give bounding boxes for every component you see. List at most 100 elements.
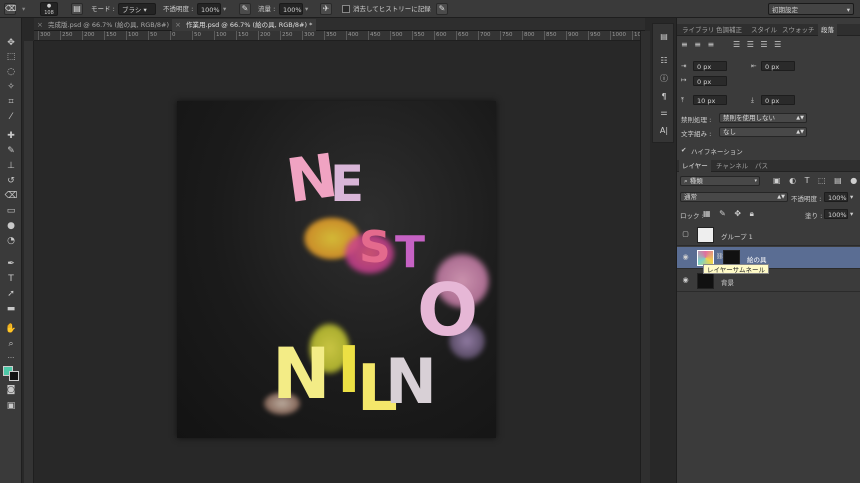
brush-panel-icon[interactable]: ▤	[71, 3, 83, 15]
hand-tool-icon[interactable]: ✋	[4, 323, 18, 336]
dodge-tool-icon[interactable]: ◔	[4, 235, 18, 248]
ruler-tick: 50	[148, 31, 157, 40]
adjustments-panel-icon[interactable]: ⚌	[657, 106, 671, 119]
screen-mode-icon[interactable]: ▣	[4, 400, 18, 413]
pressure-size-icon[interactable]: ✎	[436, 3, 448, 15]
tab-label: 完成版.psd @ 66.7% (絵の具, RGB/8#)	[48, 21, 170, 29]
brush-preset-picker[interactable]: ● 108	[40, 2, 58, 16]
quick-mask-icon[interactable]: ◙	[4, 384, 18, 397]
layer-row[interactable]: ▢ グループ 1	[677, 224, 860, 246]
tab-styles[interactable]: スタイル	[748, 24, 780, 36]
hyphenation-checkbox[interactable]: ✔	[681, 146, 686, 154]
indent-left-input[interactable]: 0 px	[693, 61, 727, 71]
layer-opacity-input[interactable]: 100%	[824, 192, 848, 202]
tab-layers[interactable]: レイヤー	[679, 160, 711, 172]
vertical-ruler	[24, 41, 34, 483]
artwork-letter: E	[330, 155, 365, 213]
layer-filter-select[interactable]: ⌕ 種類 ▾	[680, 176, 760, 186]
close-icon[interactable]: ×	[37, 19, 43, 31]
mode-select[interactable]: ブラシ ▾	[118, 3, 156, 15]
align-buttons[interactable]: ≡ ≡ ≡	[681, 40, 716, 49]
layer-filter-icons[interactable]: ▣ ◐ T ⬚ ▤ ●	[773, 176, 860, 185]
opacity-dropdown-icon[interactable]: ▾	[223, 3, 226, 15]
background-color-swatch[interactable]	[9, 371, 19, 381]
path-select-tool-icon[interactable]: ➚	[4, 288, 18, 301]
flow-input[interactable]: 100%	[279, 3, 303, 15]
fill-input[interactable]: 100%	[824, 209, 848, 219]
tools-panel: ✥ ⬚ ◌ ✧ ⌗ ⁄ ✚ ✎ ⊥ ↺ ⌫ ▭ ● ◔ ✒ T ➚ ▬ ✋ ⌕ …	[0, 18, 22, 483]
mojikumi-label: 文字組み :	[681, 130, 712, 138]
workspace-select[interactable]: 初期設定 ▾	[768, 3, 854, 15]
document-canvas[interactable]: N E S T O N I L N	[177, 101, 496, 438]
tab-swatches[interactable]: スウォッチ	[779, 24, 818, 36]
kinsoku-select[interactable]: 禁則を使用しない ▲▼	[719, 113, 807, 123]
properties-panel-icon[interactable]: ☷	[657, 54, 671, 67]
tab-paths[interactable]: パス	[752, 160, 771, 172]
more-tools-icon[interactable]: ···	[4, 352, 18, 365]
type-tool-icon[interactable]: T	[4, 273, 18, 286]
mojikumi-select[interactable]: なし ▲▼	[719, 127, 807, 137]
brush-tool-icon[interactable]: ✎	[4, 145, 18, 158]
tab-adjustments[interactable]: 色調補正	[713, 24, 745, 36]
marquee-tool-icon[interactable]: ⬚	[4, 51, 18, 64]
move-tool-icon[interactable]: ✥	[4, 37, 18, 50]
layer-thumbnail[interactable]	[697, 227, 714, 243]
flow-dropdown-icon[interactable]: ▾	[305, 3, 308, 15]
lasso-tool-icon[interactable]: ◌	[4, 66, 18, 79]
tab-paragraph[interactable]: 段落	[818, 24, 837, 36]
fill-dropdown-icon[interactable]: ▾	[850, 210, 853, 218]
vertical-scrollbar[interactable]	[640, 31, 650, 483]
eraser-icon[interactable]: ⌫	[4, 3, 16, 15]
visibility-off-icon[interactable]: ▢	[681, 230, 690, 239]
opacity-input[interactable]: 100%	[197, 3, 221, 15]
lock-icons[interactable]: ▦ ✎ ✥ 🔒︎	[703, 209, 757, 219]
eyedropper-tool-icon[interactable]: ⁄	[4, 111, 18, 124]
ruler-tick: 450	[368, 31, 381, 40]
justify-buttons[interactable]: ☰ ☰ ☰ ☰	[733, 40, 783, 49]
crop-tool-icon[interactable]: ⌗	[4, 96, 18, 109]
layer-opacity-dropdown-icon[interactable]: ▾	[850, 193, 853, 201]
layers-panel-tabs: レイヤー チャンネル パス	[677, 160, 860, 172]
space-before-input[interactable]: 10 px	[693, 95, 727, 105]
pressure-opacity-icon[interactable]: ✎	[239, 3, 251, 15]
indent-first-input[interactable]: 0 px	[693, 76, 727, 86]
ruler-tick: 650	[456, 31, 469, 40]
history-brush-tool-icon[interactable]: ↺	[4, 175, 18, 188]
layer-thumbnail-tooltip: レイヤーサムネール	[703, 264, 770, 274]
ruler-tick: 50	[192, 31, 201, 40]
eye-icon[interactable]: ◉	[681, 253, 690, 262]
gradient-tool-icon[interactable]: ▭	[4, 205, 18, 218]
pen-tool-icon[interactable]: ✒	[4, 258, 18, 271]
eraser-tool-icon[interactable]: ⌫	[4, 190, 18, 203]
tab-library[interactable]: ライブラリ	[679, 24, 718, 36]
close-icon[interactable]: ×	[175, 19, 181, 31]
tab-channels[interactable]: チャンネル	[713, 160, 751, 172]
space-after-input[interactable]: 0 px	[761, 95, 795, 105]
blur-tool-icon[interactable]: ●	[4, 220, 18, 233]
ruler-tick: 1000	[610, 31, 626, 40]
character-panel-icon[interactable]: A|	[657, 124, 671, 137]
shape-tool-icon[interactable]: ▬	[4, 303, 18, 316]
healing-brush-tool-icon[interactable]: ✚	[4, 130, 18, 143]
info-panel-icon[interactable]: ⓘ	[657, 72, 671, 85]
ruler-tick: 250	[280, 31, 293, 40]
dropdown-arrow-icon[interactable]: ▾	[22, 3, 32, 15]
artwork-letter: N	[385, 345, 437, 418]
tab-document-2[interactable]: × 作業用.psd @ 66.7% (絵の具, RGB/8#) *	[172, 19, 317, 31]
paragraph-panel-icon[interactable]: ¶	[657, 90, 671, 103]
ruler-tick: 500	[390, 31, 403, 40]
fill-label: 塗り :	[805, 212, 823, 220]
erase-history-checkbox[interactable]	[342, 5, 350, 13]
zoom-tool-icon[interactable]: ⌕	[4, 338, 18, 351]
layer-thumbnail[interactable]	[697, 273, 714, 289]
mode-value: ブラシ	[122, 6, 142, 14]
indent-right-input[interactable]: 0 px	[761, 61, 795, 71]
tab-document-1[interactable]: × 完成版.psd @ 66.7% (絵の具, RGB/8#)	[34, 19, 173, 31]
clone-stamp-tool-icon[interactable]: ⊥	[4, 160, 18, 173]
quick-select-tool-icon[interactable]: ✧	[4, 81, 18, 94]
blend-mode-select[interactable]: 通常 ▲▼	[680, 192, 788, 202]
ruler-tick: 250	[60, 31, 73, 40]
airbrush-icon[interactable]: ✈	[320, 3, 332, 15]
history-panel-icon[interactable]: ▤	[657, 30, 671, 43]
eye-icon[interactable]: ◉	[681, 276, 690, 285]
